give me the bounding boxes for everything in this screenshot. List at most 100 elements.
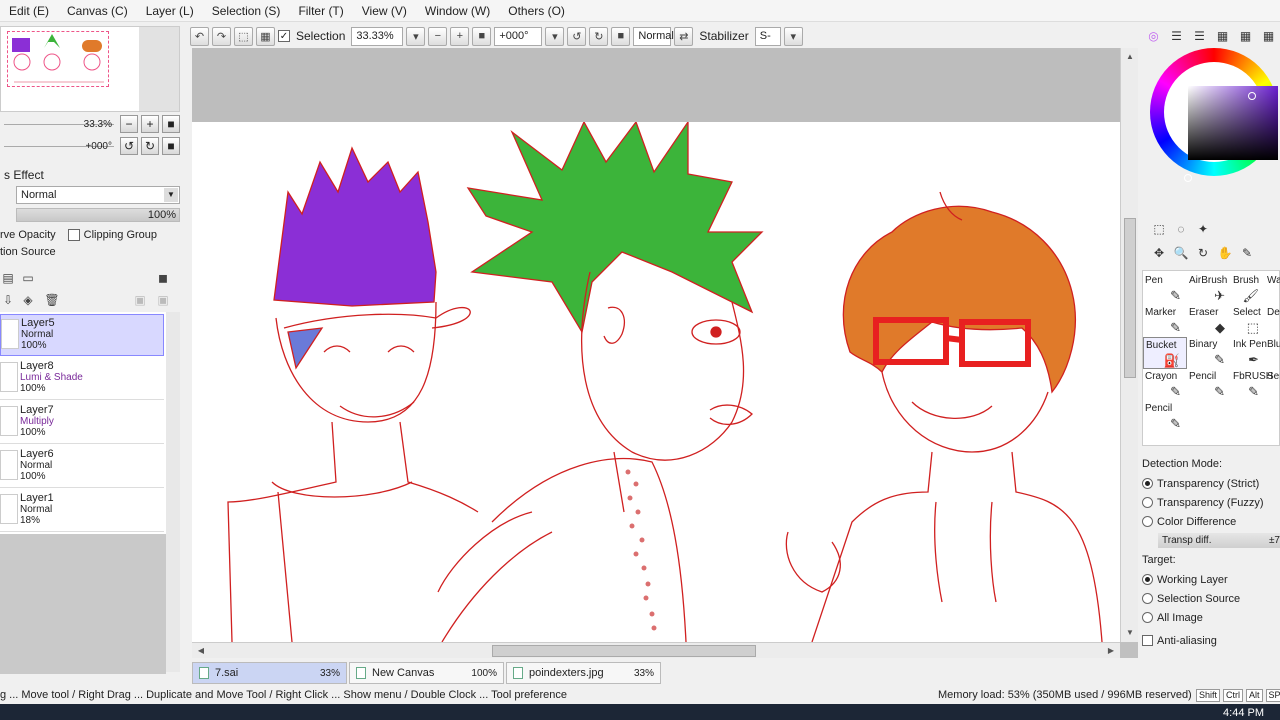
color-wheel[interactable] [1150, 46, 1280, 216]
menu-view[interactable]: View (V) [353, 0, 416, 22]
canvas-artwork[interactable] [192, 122, 1120, 642]
layer-row[interactable]: Layer6 Normal 100% [0, 446, 164, 488]
brush-marker[interactable]: Marker ✎ [1143, 305, 1187, 337]
merge-down-icon[interactable]: ◈ [20, 292, 36, 308]
zoom-field[interactable]: 33.33% [351, 26, 404, 46]
layer-row[interactable]: Layer1 Normal 18% [0, 490, 164, 532]
canvas-horizontal-scrollbar[interactable]: ◀ ▶ [192, 642, 1120, 658]
brush-deselect[interactable]: De [1265, 305, 1280, 337]
rotate-right-button[interactable]: ↻ [589, 26, 609, 46]
scroll-down-icon[interactable]: ▼ [1123, 626, 1137, 640]
stabilizer-dropdown-button[interactable]: ▾ [783, 26, 803, 46]
nav-zoom-reset-button[interactable]: ■ [162, 115, 180, 133]
radio-button[interactable] [1142, 612, 1153, 623]
brush-blur[interactable]: Blu [1265, 337, 1280, 369]
detection-option-color-diff[interactable]: Color Difference [1142, 512, 1280, 531]
target-option-all-image[interactable]: All Image [1142, 608, 1280, 627]
rotation-field[interactable]: +000° [494, 26, 543, 46]
canvas-vertical-scrollbar[interactable]: ▲ ▼ [1120, 48, 1138, 642]
zoom-dropdown-button[interactable]: ▾ [406, 26, 426, 46]
scroll-right-icon[interactable]: ▶ [1104, 644, 1118, 658]
canvas-area[interactable]: ▲ ▼ ◀ ▶ [192, 48, 1138, 658]
radio-button[interactable] [1142, 478, 1153, 489]
brush-water[interactable]: Wa [1265, 273, 1280, 305]
brush-select[interactable]: Select ⬚ [1231, 305, 1265, 337]
nav-rotate-right-button[interactable]: ↻ [141, 137, 159, 155]
layer-row[interactable]: Layer5 Normal 100% [0, 314, 164, 356]
menu-layer[interactable]: Layer (L) [137, 0, 203, 22]
flip-button[interactable]: ⇄ [674, 26, 694, 46]
vertical-scroll-thumb[interactable] [1124, 218, 1136, 378]
color-palette-icon[interactable]: ▦ [1213, 26, 1232, 45]
magic-wand-icon[interactable]: ✦ [1194, 220, 1212, 238]
horizontal-scroll-thumb[interactable] [492, 645, 756, 657]
clipping-group-checkbox[interactable] [67, 229, 80, 241]
new-layer-icon[interactable]: ▤ [0, 270, 16, 286]
hand-icon[interactable]: ✋ [1216, 244, 1234, 262]
scratchpad-icon[interactable]: ▦ [1259, 26, 1278, 45]
menu-others[interactable]: Others (O) [499, 0, 574, 22]
rotate-reset-button[interactable]: ■ [611, 26, 631, 46]
zoom-icon[interactable]: 🔍 [1172, 244, 1190, 262]
transparency-diff-slider[interactable]: Transp diff. ±7 [1158, 533, 1280, 548]
hsv-sliders-icon[interactable]: ☰ [1190, 26, 1209, 45]
navigator-preview[interactable] [0, 26, 180, 112]
hue-picker-dot[interactable] [1184, 174, 1192, 182]
radio-button[interactable] [1142, 574, 1153, 585]
move-icon[interactable]: ✥ [1150, 244, 1168, 262]
rotate-left-button[interactable]: ↺ [567, 26, 587, 46]
scroll-up-icon[interactable]: ▲ [1123, 50, 1137, 64]
target-option-working-layer[interactable]: Working Layer [1142, 570, 1280, 589]
menu-selection[interactable]: Selection (S) [203, 0, 290, 22]
navigator-view-rect[interactable] [7, 31, 109, 87]
brush-fbrush[interactable]: FbRUSH ✎ [1231, 369, 1273, 401]
detection-option-fuzzy[interactable]: Transparency (Fuzzy) [1142, 493, 1280, 512]
radio-button[interactable] [1142, 593, 1153, 604]
zoom-reset-button[interactable]: ■ [472, 26, 492, 46]
sv-picker-dot[interactable] [1248, 92, 1256, 100]
redo-button[interactable]: ↷ [212, 26, 231, 46]
brush-binary[interactable]: Binary ✎ [1187, 337, 1231, 369]
rotate-icon[interactable]: ↻ [1194, 244, 1212, 262]
rect-select-icon[interactable]: ⬚ [1150, 220, 1168, 238]
target-option-selection-source[interactable]: Selection Source [1142, 589, 1280, 608]
blend-mode-field[interactable]: Normal [633, 26, 674, 46]
layer-blend-mode-select[interactable]: Normal ▼ [16, 186, 180, 204]
menu-edit[interactable]: Edit (E) [0, 0, 58, 22]
transfer-down-icon[interactable]: ⇩ [0, 292, 16, 308]
menu-canvas[interactable]: Canvas (C) [58, 0, 137, 22]
brush-airbrush[interactable]: AirBrush ✈ [1187, 273, 1231, 305]
new-folder-icon[interactable]: ▭ [20, 270, 36, 286]
brush-brush[interactable]: Brush 🖌 [1231, 273, 1265, 305]
brush-ser[interactable]: Ser [1265, 369, 1280, 401]
nav-rotate-left-button[interactable]: ↺ [120, 137, 138, 155]
menu-filter[interactable]: Filter (T) [289, 0, 352, 22]
brush-pen[interactable]: Pen ✎ [1143, 273, 1187, 305]
nav-rotate-reset-button[interactable]: ■ [162, 137, 180, 155]
rgb-sliders-icon[interactable]: ☰ [1167, 26, 1186, 45]
layer-row[interactable]: Layer7 Multiply 100% [0, 402, 164, 444]
tab-new-canvas[interactable]: New Canvas 100% [349, 662, 504, 684]
layer-opacity-slider[interactable]: 100% [16, 208, 180, 222]
invert-selection-button[interactable]: ▦ [256, 26, 275, 46]
saturation-value-square[interactable] [1188, 86, 1278, 160]
trash-icon[interactable]: 🗑 [44, 292, 60, 308]
nav-zoom-in-button[interactable]: + [141, 115, 159, 133]
undo-button[interactable]: ↶ [190, 26, 209, 46]
nav-zoom-out-button[interactable]: − [120, 115, 138, 133]
scroll-left-icon[interactable]: ◀ [194, 644, 208, 658]
layer-panel-toggle-icon[interactable]: ◼ [155, 270, 171, 286]
brush-ink-pen[interactable]: Ink Pen ✒ [1231, 337, 1267, 369]
lasso-icon[interactable]: ◌ [1172, 220, 1190, 238]
detection-option-strict[interactable]: Transparency (Strict) [1142, 474, 1280, 493]
rotation-dropdown-button[interactable]: ▾ [545, 26, 565, 46]
zoom-out-button[interactable]: − [428, 26, 448, 46]
brush-eraser[interactable]: Eraser ◆ [1187, 305, 1231, 337]
radio-button[interactable] [1142, 516, 1153, 527]
brush-pencil-2[interactable]: Pencil ✎ [1143, 401, 1187, 433]
color-wheel-icon[interactable]: ◎ [1144, 26, 1163, 45]
menu-window[interactable]: Window (W) [416, 0, 499, 22]
brush-pencil[interactable]: Pencil ✎ [1187, 369, 1231, 401]
brush-crayon[interactable]: Crayon ✎ [1143, 369, 1187, 401]
selection-checkbox[interactable]: ✓ [278, 30, 290, 42]
